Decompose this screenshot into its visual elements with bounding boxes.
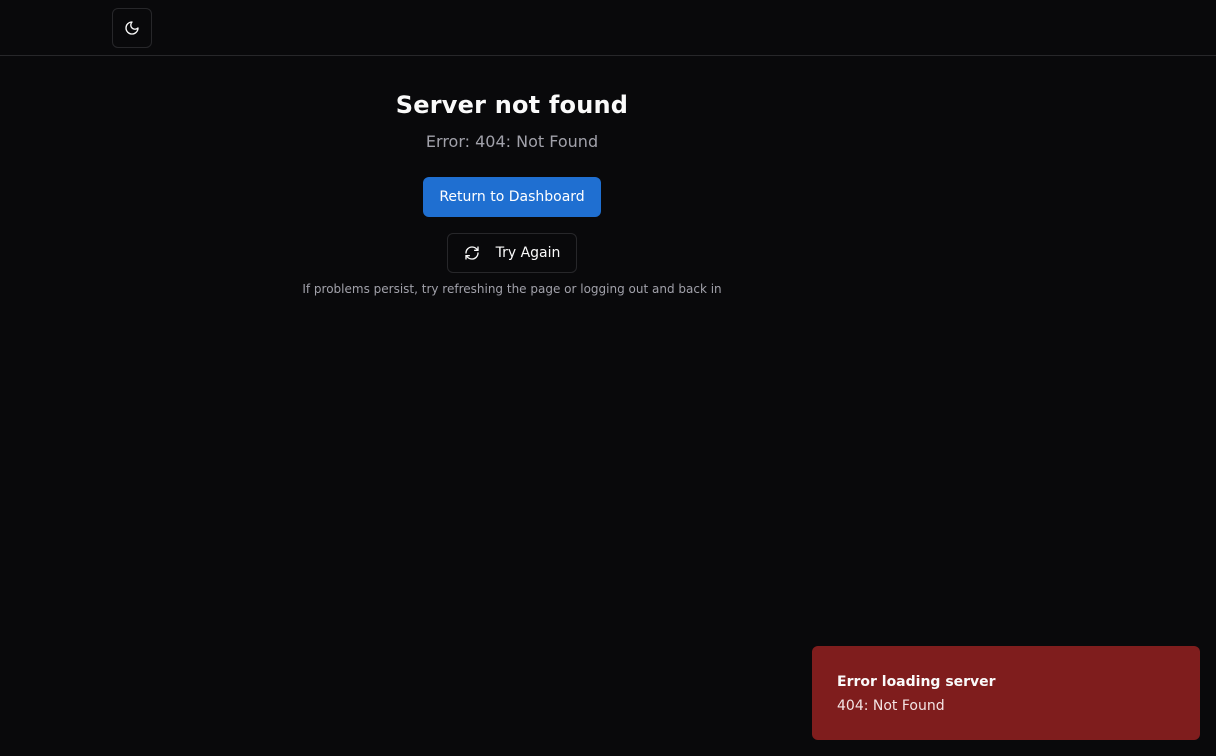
try-again-button[interactable]: Try Again <box>447 233 577 273</box>
top-bar <box>0 0 1216 56</box>
page-title: Server not found <box>395 91 629 119</box>
error-message: Error: 404: Not Found <box>425 132 599 151</box>
refresh-icon <box>464 245 480 261</box>
toast-title: Error loading server <box>837 674 996 690</box>
toast-description: 404: Not Found <box>837 698 945 714</box>
moon-icon <box>124 20 140 36</box>
theme-toggle-button[interactable] <box>112 8 152 48</box>
error-toast[interactable]: Error loading server 404: Not Found <box>812 646 1200 740</box>
try-again-label: Try Again <box>495 245 561 261</box>
help-hint: If problems persist, try refreshing the … <box>302 282 722 296</box>
return-to-dashboard-button[interactable]: Return to Dashboard <box>423 177 601 217</box>
